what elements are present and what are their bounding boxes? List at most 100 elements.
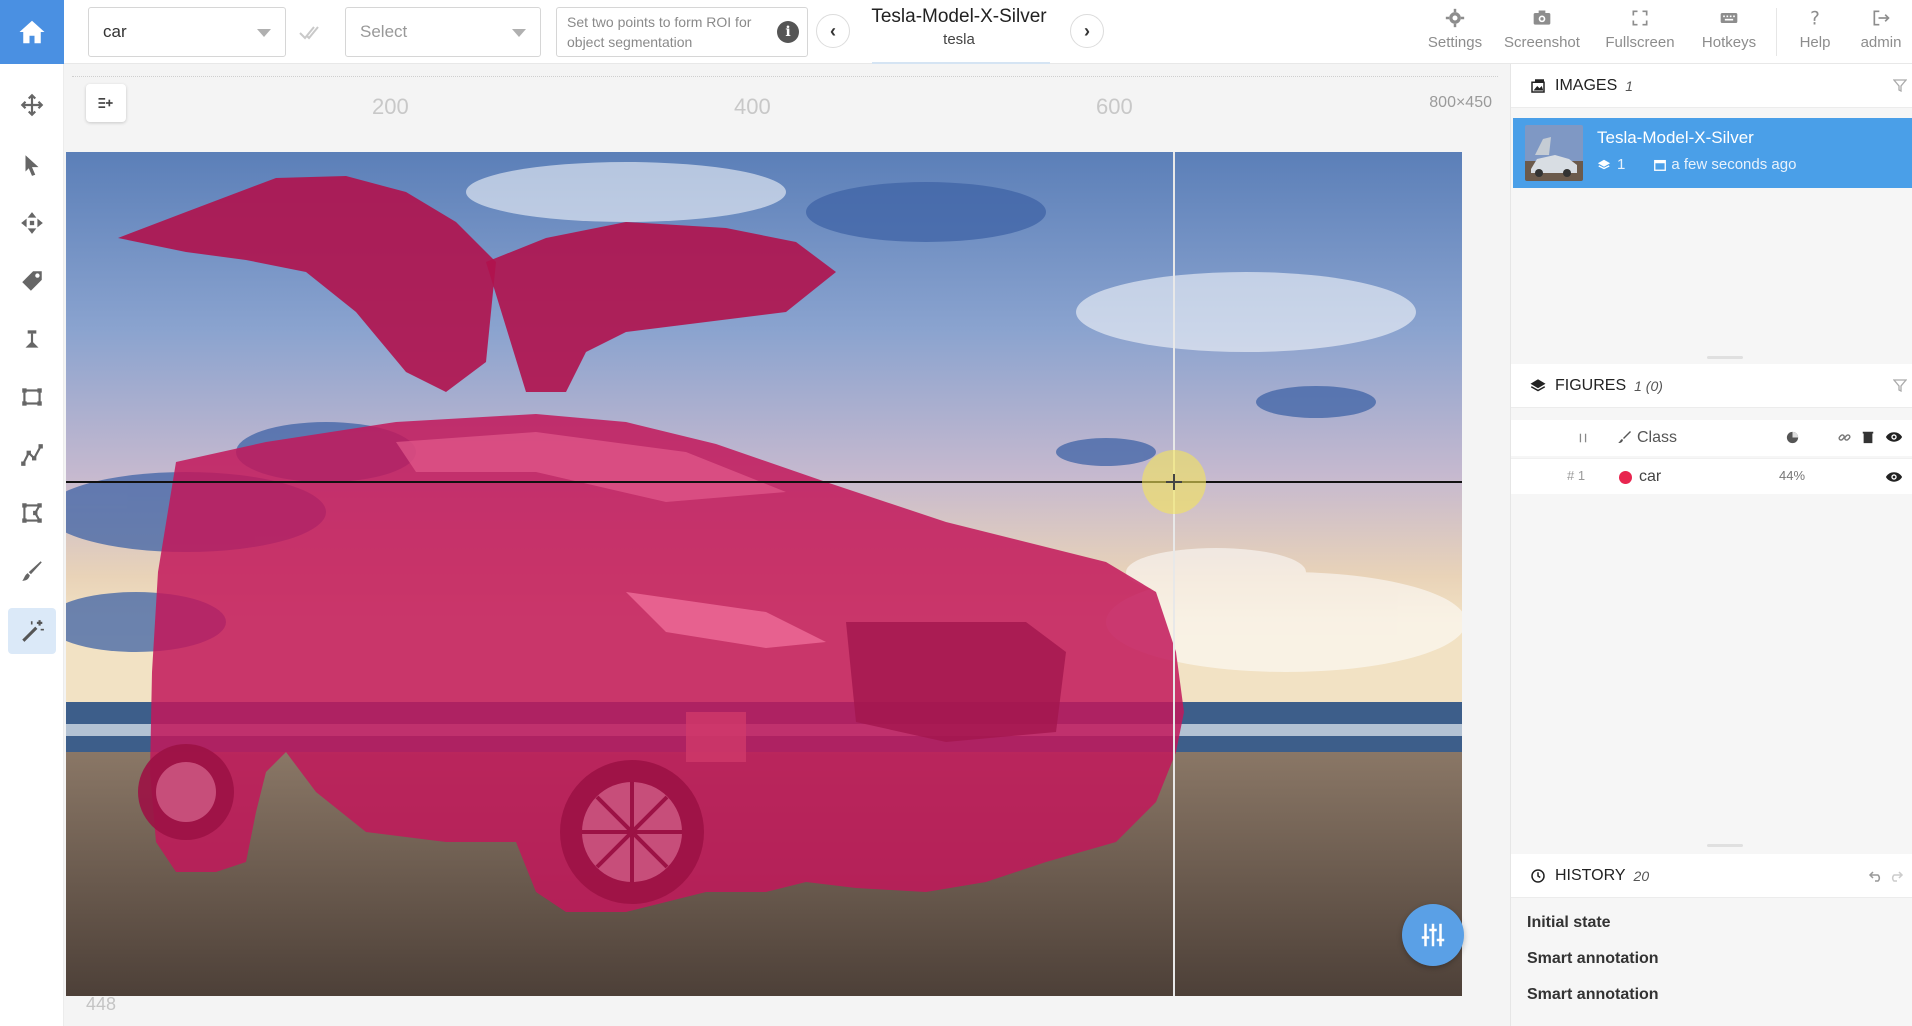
fullscreen-button[interactable]: Fullscreen [1600, 8, 1680, 58]
polyline-tool[interactable] [8, 432, 56, 478]
tag-icon [22, 271, 42, 291]
keyboard-icon [1720, 13, 1738, 23]
pie-icon[interactable] [1785, 430, 1800, 445]
roi-hint-text: Set two points to form ROI for object se… [567, 14, 752, 50]
brush-icon [22, 561, 42, 581]
screenshot-button[interactable]: Screenshot [1502, 8, 1582, 58]
history-panel-header: HISTORY 20 [1511, 854, 1912, 898]
home-button[interactable] [0, 0, 64, 64]
admin-button[interactable]: admin [1854, 8, 1908, 58]
images-panel-header: IMAGES 1 [1511, 64, 1912, 108]
panel-splitter[interactable] [1707, 356, 1743, 359]
svg-text:?: ? [1810, 9, 1820, 28]
link-icon[interactable] [1837, 430, 1852, 445]
polygon-icon [22, 503, 42, 523]
figures-title: FIGURES [1555, 376, 1627, 394]
tag-tool[interactable] [8, 258, 56, 304]
calendar-icon [1654, 159, 1667, 171]
figures-panel-header: FIGURES 1 (0) [1511, 364, 1912, 408]
pan-tool[interactable] [8, 82, 56, 128]
rectangle-tool[interactable] [8, 374, 56, 420]
smart-tool[interactable] [8, 608, 56, 654]
adjust-settings-button[interactable] [1402, 904, 1464, 966]
layers-icon [1530, 378, 1546, 391]
magic-wand-icon [22, 620, 44, 642]
logout-icon [1873, 10, 1890, 26]
help-label: Help [1799, 34, 1831, 51]
eye-icon[interactable] [1885, 430, 1903, 444]
class-select[interactable]: car [88, 7, 286, 57]
image-canvas[interactable] [66, 152, 1462, 996]
polyline-icon [21, 444, 43, 466]
double-check-icon[interactable] [298, 22, 324, 42]
image-item-name: Tesla-Model-X-Silver [1597, 128, 1754, 147]
panel-splitter[interactable] [1707, 844, 1743, 847]
redo-icon[interactable] [1889, 869, 1905, 883]
add-layer-button[interactable] [86, 84, 126, 122]
expand-icon [1632, 10, 1648, 26]
annotation-app: car Select Set two points to form ROI fo… [0, 0, 1912, 1026]
brush-icon [1618, 431, 1631, 443]
question-icon: ? [1810, 9, 1820, 28]
history-item[interactable]: Smart annotation [1527, 986, 1659, 1004]
top-toolbar: car Select Set two points to form ROI fo… [0, 0, 1912, 64]
hotkeys-label: Hotkeys [1701, 34, 1757, 51]
trash-icon[interactable] [1861, 429, 1875, 445]
images-count: 1 [1625, 77, 1634, 94]
history-title: HISTORY [1555, 866, 1626, 884]
canvas-area[interactable]: 200 400 600 800×450 448 [64, 64, 1510, 1026]
image-item-time: a few seconds ago [1671, 156, 1797, 173]
tag-select-placeholder: Select [360, 22, 408, 41]
chevron-left-icon: ‹ [830, 20, 836, 41]
ruler-label: 600 [1096, 94, 1133, 119]
layers-icon [1597, 159, 1611, 169]
next-image-button[interactable]: › [1070, 14, 1104, 48]
history-item[interactable]: Initial state [1527, 914, 1611, 932]
point-tool[interactable] [8, 316, 56, 362]
list-add-icon [98, 98, 113, 108]
history-item[interactable]: Smart annotation [1527, 950, 1659, 968]
ruler-ticks [72, 76, 1498, 80]
info-icon[interactable]: i [777, 21, 799, 43]
fullscreen-label: Fullscreen [1605, 34, 1675, 51]
sort-icon[interactable] [1577, 431, 1589, 445]
image-thumbnail [1525, 125, 1583, 181]
right-panel: IMAGES 1 Tesla-Model-X-Silver 1 a few se… [1510, 64, 1912, 1026]
figure-row[interactable]: # 1 car 44% [1511, 458, 1912, 494]
figures-count: 1 (0) [1634, 377, 1663, 394]
rectangle-icon [22, 388, 42, 406]
filter-icon[interactable] [1893, 78, 1907, 92]
chevron-right-icon: › [1084, 20, 1090, 41]
settings-label: Settings [1427, 34, 1483, 51]
chevron-down-icon [257, 29, 271, 37]
polygon-tool[interactable] [8, 490, 56, 536]
settings-button[interactable]: Settings [1420, 8, 1490, 58]
select-tool[interactable] [8, 142, 56, 188]
images-title: IMAGES [1555, 76, 1618, 94]
history-count: 20 [1633, 867, 1650, 884]
figure-color-dot [1619, 471, 1632, 484]
ruler-label: 200 [372, 94, 409, 119]
ruler-bottom-label: 448 [86, 994, 117, 1014]
image-item-meta: 1 a few seconds ago [1597, 156, 1796, 173]
drag-tool[interactable] [8, 200, 56, 246]
ruler-label: 400 [734, 94, 771, 119]
class-column-label[interactable]: Class [1637, 429, 1677, 447]
point-icon [25, 330, 39, 348]
help-button[interactable]: ? Help [1790, 8, 1840, 58]
images-icon [1531, 78, 1545, 93]
image-list-item[interactable]: Tesla-Model-X-Silver 1 a few seconds ago [1513, 118, 1912, 188]
brush-tool[interactable] [8, 548, 56, 594]
eye-icon[interactable] [1885, 470, 1903, 484]
prev-image-button[interactable]: ‹ [816, 14, 850, 48]
hotkeys-button[interactable]: Hotkeys [1694, 8, 1764, 58]
cursor-icon [25, 155, 39, 176]
history-icon [1531, 868, 1545, 883]
image-size-label: 800×450 [1429, 94, 1492, 111]
figures-table-header: Class [1511, 420, 1912, 456]
filter-icon[interactable] [1893, 378, 1907, 392]
move-icon [20, 93, 44, 117]
tag-select[interactable]: Select [345, 7, 541, 57]
undo-icon[interactable] [1867, 869, 1883, 883]
screenshot-label: Screenshot [1504, 34, 1580, 51]
